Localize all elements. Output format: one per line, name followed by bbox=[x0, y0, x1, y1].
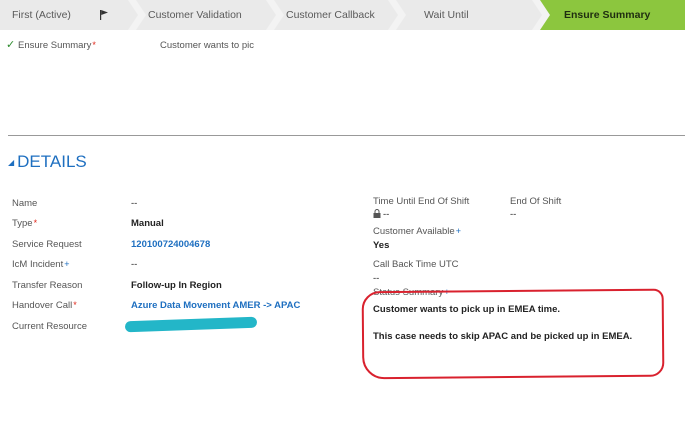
recommended-plus-icon: + bbox=[455, 226, 461, 236]
section-divider bbox=[8, 135, 685, 136]
redaction-mark bbox=[124, 316, 258, 333]
required-asterisk-icon: * bbox=[33, 218, 38, 228]
lock-icon bbox=[373, 209, 381, 218]
field-label-type-text: Type bbox=[12, 218, 33, 229]
stage-customer-validation[interactable]: Customer Validation bbox=[136, 0, 276, 30]
field-label-service-request: Service Request bbox=[12, 239, 82, 250]
service-request-link[interactable]: 120100724004678 bbox=[131, 239, 210, 250]
time-until-value-text: -- bbox=[383, 209, 390, 220]
stage-first-active[interactable]: First (Active) bbox=[0, 0, 138, 30]
field-label-customer-available: Customer Available+ bbox=[373, 226, 461, 237]
field-value-name[interactable]: -- bbox=[131, 198, 137, 209]
field-label-handover-text: Handover Call bbox=[12, 300, 73, 311]
field-label-icm-text: IcM Incident bbox=[12, 259, 64, 270]
checkmark-icon: ✓ bbox=[6, 39, 16, 51]
field-label-time-until-end-of-shift: Time Until End Of Shift bbox=[373, 196, 470, 207]
field-label-transfer-reason: Transfer Reason bbox=[12, 280, 83, 291]
stage-field-row: ✓ Ensure Summary* Customer wants to pic bbox=[0, 37, 685, 55]
field-value-icm-incident[interactable]: -- bbox=[131, 259, 137, 270]
stage-label: Customer Validation bbox=[148, 9, 242, 21]
field-label-type: Type* bbox=[12, 218, 37, 229]
customer-available-label-text: Customer Available bbox=[373, 226, 455, 237]
field-label-icm-incident: IcM Incident+ bbox=[12, 259, 69, 270]
field-value-end-of-shift[interactable]: -- bbox=[510, 209, 516, 220]
stage-label: Ensure Summary bbox=[564, 9, 651, 21]
field-value-time-until-end-of-shift: -- bbox=[373, 209, 389, 220]
handover-call-link[interactable]: Azure Data Movement AMER -> APAC bbox=[131, 300, 300, 311]
red-annotation-circle bbox=[361, 288, 665, 380]
stage-label: Customer Callback bbox=[286, 9, 375, 21]
field-value-call-back-time[interactable]: -- bbox=[373, 273, 379, 284]
section-title: DETAILS bbox=[17, 152, 87, 171]
stage-wait-until[interactable]: Wait Until bbox=[396, 0, 542, 30]
details-section-header[interactable]: ◢ DETAILS bbox=[8, 152, 87, 172]
stage-field-label-text: Ensure Summary bbox=[18, 40, 92, 51]
field-label-call-back-time: Call Back Time UTC bbox=[373, 259, 459, 270]
required-asterisk-icon: * bbox=[73, 300, 77, 310]
stage-customer-callback[interactable]: Customer Callback bbox=[274, 0, 398, 30]
stage-label: First (Active) bbox=[12, 9, 71, 21]
field-value-type[interactable]: Manual bbox=[131, 218, 164, 229]
field-value-transfer-reason[interactable]: Follow-up In Region bbox=[131, 280, 222, 291]
flag-icon bbox=[100, 10, 108, 20]
recommended-plus-icon: + bbox=[64, 259, 70, 269]
field-label-name: Name bbox=[12, 198, 38, 209]
required-asterisk-icon: * bbox=[92, 40, 96, 50]
stage-field-label: Ensure Summary* bbox=[18, 40, 96, 51]
stage-field-value[interactable]: Customer wants to pic bbox=[160, 40, 254, 51]
field-label-current-resource: Current Resource bbox=[12, 321, 87, 332]
field-value-customer-available[interactable]: Yes bbox=[373, 240, 389, 251]
field-label-handover-call: Handover Call* bbox=[12, 300, 77, 311]
field-label-end-of-shift: End Of Shift bbox=[510, 196, 562, 207]
stage-ensure-summary[interactable]: Ensure Summary bbox=[540, 0, 685, 30]
business-process-bar: First (Active) Customer Validation Custo… bbox=[0, 0, 685, 30]
stage-label: Wait Until bbox=[424, 9, 469, 21]
collapse-triangle-icon: ◢ bbox=[8, 158, 15, 168]
